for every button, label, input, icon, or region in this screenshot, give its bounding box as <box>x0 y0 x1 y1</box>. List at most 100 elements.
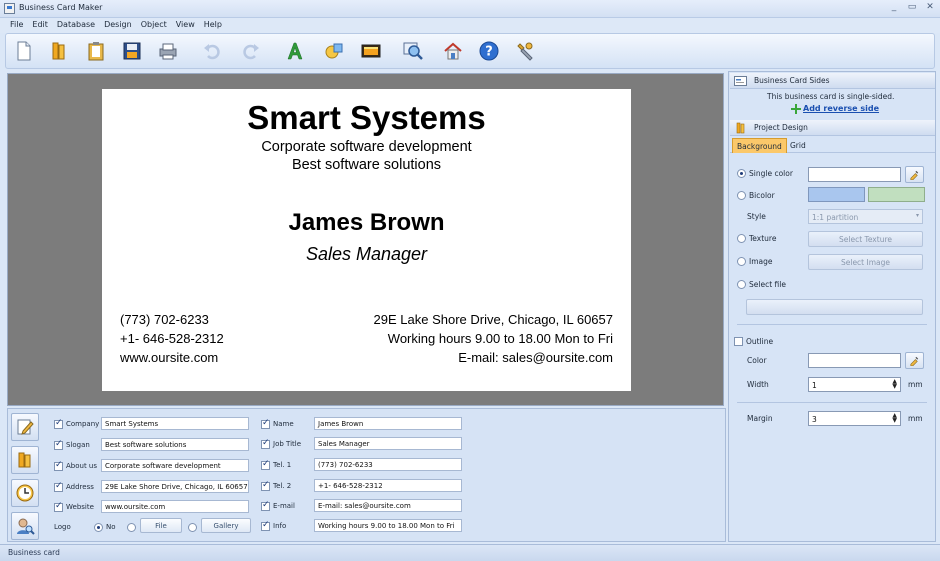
select-file-label: Select file <box>749 280 786 289</box>
history-tool[interactable] <box>11 479 39 507</box>
business-card-preview[interactable]: Smart Systems Corporate software develop… <box>102 89 631 391</box>
job-title-field[interactable]: Sales Manager <box>314 437 462 450</box>
redo-icon[interactable] <box>240 40 262 62</box>
tel2-checkbox[interactable] <box>261 480 270 491</box>
card-info[interactable]: Working hours 9.00 to 18.00 Mon to Fri <box>388 331 613 346</box>
logo-gallery-radio[interactable] <box>188 522 197 532</box>
save-icon[interactable] <box>121 40 143 62</box>
company-field[interactable]: Smart Systems <box>101 417 249 430</box>
slogan-checkbox[interactable] <box>54 439 63 450</box>
design-canvas[interactable]: Smart Systems Corporate software develop… <box>7 73 724 406</box>
menu-edit[interactable]: Edit <box>28 18 53 33</box>
website-checkbox[interactable] <box>54 501 63 512</box>
card-slogan[interactable]: Best software solutions <box>102 157 631 173</box>
menu-bar: File Edit Database Design Object View He… <box>0 18 940 33</box>
info-label: Info <box>273 522 287 530</box>
card-job-title[interactable]: Sales Manager <box>102 244 631 265</box>
menu-design[interactable]: Design <box>100 18 137 33</box>
about-us-checkbox[interactable] <box>54 460 63 471</box>
card-email[interactable]: E-mail: sales@oursite.com <box>458 350 613 365</box>
card-company[interactable]: Smart Systems <box>102 99 631 137</box>
menu-database[interactable]: Database <box>53 18 100 33</box>
spinner-arrows-icon[interactable]: ▲ ▼ <box>892 379 897 390</box>
card-tel2[interactable]: +1- 646-528-2312 <box>120 331 224 346</box>
close-button[interactable]: ✕ <box>924 2 936 12</box>
svg-text:?: ? <box>485 45 493 60</box>
website-field[interactable]: www.oursite.com <box>101 500 249 513</box>
menu-file[interactable]: File <box>6 18 28 33</box>
select-image-button[interactable]: Select Image <box>808 254 923 270</box>
slogan-label: Slogan <box>66 441 90 449</box>
single-color-swatch[interactable] <box>808 167 901 182</box>
tab-grid[interactable]: Grid <box>786 138 810 153</box>
tel2-field[interactable]: +1- 646-528-2312 <box>314 479 462 492</box>
logo-none-radio[interactable] <box>94 522 103 532</box>
single-color-radio[interactable] <box>737 169 746 178</box>
minimize-button[interactable]: _ <box>888 2 900 12</box>
address-field[interactable]: 29E Lake Shore Drive, Chicago, IL 60657 <box>101 480 249 493</box>
select-file-radio[interactable] <box>737 280 746 289</box>
maximize-button[interactable]: ▭ <box>906 2 918 12</box>
about-us-field[interactable]: Corporate software development <box>101 459 249 472</box>
spinner-arrows-icon[interactable]: ▲ ▼ <box>892 413 897 424</box>
tel1-checkbox[interactable] <box>261 459 270 470</box>
menu-view[interactable]: View <box>172 18 200 33</box>
outline-color-label: Color <box>747 356 767 365</box>
outline-color-swatch[interactable] <box>808 353 901 368</box>
home-icon[interactable] <box>442 40 464 62</box>
email-checkbox[interactable] <box>261 500 270 511</box>
info-field[interactable]: Working hours 9.00 to 18.00 Mon to Fri <box>314 519 462 532</box>
zoom-icon[interactable] <box>402 40 424 62</box>
slogan-field[interactable]: Best software solutions <box>101 438 249 451</box>
card-website[interactable]: www.oursite.com <box>120 350 218 365</box>
address-checkbox[interactable] <box>54 481 63 492</box>
select-texture-button[interactable]: Select Texture <box>808 231 923 247</box>
logo-file-button[interactable]: File <box>140 518 182 533</box>
style-select[interactable]: 1:1 partition ▾ <box>808 209 923 224</box>
menu-help[interactable]: Help <box>200 18 227 33</box>
tel1-field[interactable]: (773) 702-6233 <box>314 458 462 471</box>
edit-text-tool[interactable] <box>11 413 39 441</box>
bicolor-label: Bicolor <box>749 191 775 200</box>
tab-background[interactable]: Background <box>732 138 787 153</box>
logo-gallery-button[interactable]: Gallery <box>201 518 251 533</box>
print-icon[interactable] <box>157 40 179 62</box>
company-checkbox[interactable] <box>54 418 63 429</box>
help-icon[interactable]: ? <box>478 40 500 62</box>
name-field[interactable]: James Brown <box>314 417 462 430</box>
image-icon[interactable] <box>360 40 382 62</box>
add-reverse-side-link[interactable]: Add reverse side <box>803 104 879 113</box>
templates-tool[interactable] <box>11 446 39 474</box>
card-about[interactable]: Corporate software development <box>102 139 631 155</box>
menu-object[interactable]: Object <box>137 18 172 33</box>
texture-radio[interactable] <box>737 234 746 243</box>
name-checkbox[interactable] <box>261 418 270 429</box>
shapes-icon[interactable] <box>323 40 345 62</box>
margin-spinner[interactable]: 3 ▲ ▼ <box>808 411 901 426</box>
new-file-icon[interactable] <box>13 40 35 62</box>
outline-width-spinner[interactable]: 1 ▲ ▼ <box>808 377 901 392</box>
bicolor-radio[interactable] <box>737 191 746 200</box>
clipboard-icon[interactable] <box>85 40 107 62</box>
outline-color-picker-button[interactable] <box>905 352 924 369</box>
project-design-icon <box>736 122 745 134</box>
outline-checkbox[interactable] <box>734 337 743 346</box>
job-title-checkbox[interactable] <box>261 438 270 449</box>
info-checkbox[interactable] <box>261 520 270 531</box>
database-search-tool[interactable] <box>11 512 39 540</box>
image-radio[interactable] <box>737 257 746 266</box>
undo-icon[interactable] <box>201 40 223 62</box>
open-book-icon[interactable] <box>48 40 70 62</box>
texture-label: Texture <box>749 234 777 243</box>
card-tel1[interactable]: (773) 702-6233 <box>120 312 209 327</box>
email-field[interactable]: E-mail: sales@oursite.com <box>314 499 462 512</box>
text-icon[interactable] <box>284 40 306 62</box>
card-address[interactable]: 29E Lake Shore Drive, Chicago, IL 60657 <box>374 312 613 327</box>
bicolor-swatch-first[interactable] <box>808 187 865 202</box>
logo-file-radio[interactable] <box>127 522 136 532</box>
settings-icon[interactable] <box>514 40 536 62</box>
card-name[interactable]: James Brown <box>102 209 631 237</box>
single-color-picker-button[interactable] <box>905 166 924 183</box>
file-path-field[interactable] <box>746 299 923 315</box>
bicolor-swatch-second[interactable] <box>868 187 925 202</box>
